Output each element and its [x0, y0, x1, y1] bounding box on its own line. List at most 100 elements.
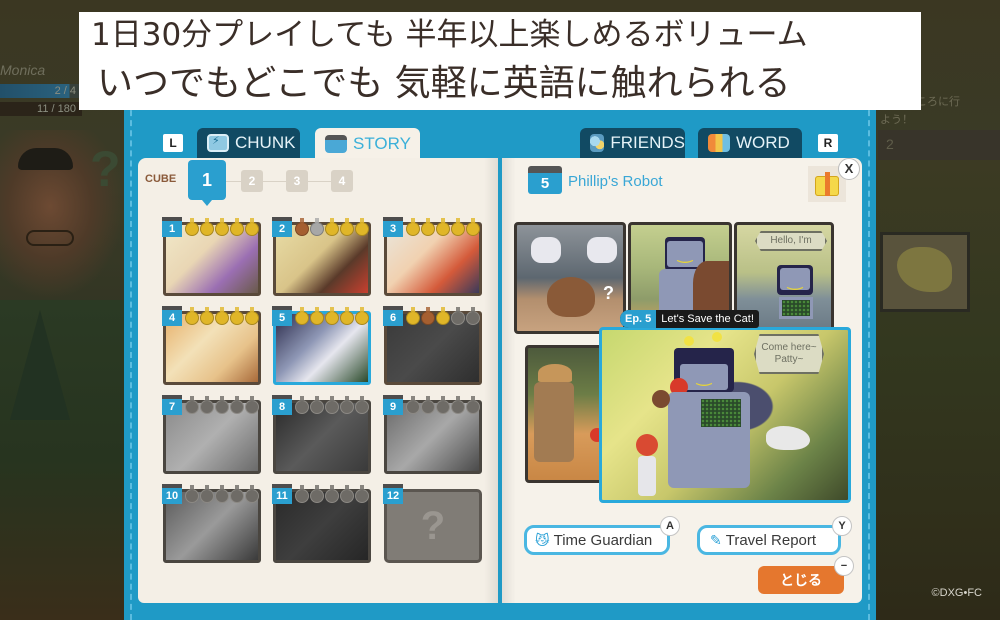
episode-medals [406, 218, 480, 236]
tab-word[interactable]: WORD [698, 128, 802, 158]
episode-number-badge: 7 [162, 395, 182, 415]
empty-medal-icon [355, 485, 369, 503]
empty-medal-icon [325, 396, 339, 414]
glasses-shape [26, 230, 74, 246]
episode-number-badge: 10 [162, 484, 182, 504]
empty-medal-icon [340, 396, 354, 414]
episode-medals [185, 485, 259, 503]
confused-question-marks: ? [603, 283, 614, 303]
cat-shape [766, 426, 810, 450]
cube-step-1[interactable]: 1 [188, 160, 226, 206]
episode-number-badge: 12 [383, 484, 403, 504]
stitch-right [868, 100, 870, 620]
empty-medal-icon [245, 485, 259, 503]
robot-face-shape [780, 268, 810, 291]
clapperboard-icon [325, 135, 347, 153]
empty-medal-icon [185, 396, 199, 414]
promo-caption-line-2: いつでもどこでも 気軽に英語に触れられる [79, 58, 921, 110]
empty-medal-icon [325, 485, 339, 503]
hud-quest-bar: 2 [878, 130, 1000, 160]
robot-keyboard-shape [779, 297, 813, 319]
cube-label: CUBE [145, 173, 177, 185]
episode-number-badge: 9 [383, 395, 403, 415]
tab-word-label: WORD [736, 133, 790, 152]
bronze-medal-icon [295, 218, 309, 236]
gold-medal-icon [230, 307, 244, 325]
empty-medal-icon [200, 485, 214, 503]
time-guardian-button[interactable]: 😼 Time Guardian [524, 525, 670, 555]
tab-friends[interactable]: FRIENDS [580, 128, 685, 158]
hud-progress-bar-1: 2 / 4 [0, 84, 82, 98]
background-signboard [880, 232, 970, 312]
episode-number-badge: 4 [162, 306, 182, 326]
gold-medal-icon [421, 218, 435, 236]
cube-step-4[interactable]: 4 [331, 170, 353, 192]
gold-medal-icon [355, 218, 369, 236]
tab-friends-label: FRIENDS [610, 133, 685, 152]
empty-medal-icon [230, 485, 244, 503]
travel-report-label: Travel Report [725, 531, 817, 549]
gold-medal-icon [185, 307, 199, 325]
tab-chunk[interactable]: CHUNK [197, 128, 300, 158]
robot-antenna-right [712, 332, 722, 342]
robot-keyboard-shape [698, 396, 744, 430]
empty-medal-icon [406, 396, 420, 414]
friends-icon [590, 134, 605, 152]
boy-head-shape [547, 277, 595, 317]
cube-step-2[interactable]: 2 [241, 170, 263, 192]
gold-medal-icon [466, 218, 480, 236]
hud-progress-bar-2: 11 / 180 [0, 102, 82, 116]
silver-medal-icon [310, 218, 324, 236]
background-trees [0, 300, 125, 620]
gold-medal-icon [200, 218, 214, 236]
button-hint-minus: − [834, 556, 854, 576]
tab-chunk-label: CHUNK [235, 133, 296, 152]
hat-shape [18, 148, 73, 170]
pencil-icon: ✎ [710, 531, 722, 548]
button-hint-y: Y [832, 516, 852, 536]
story-panel-5-featured: Come here~ Patty~ [599, 327, 851, 503]
gold-medal-icon [436, 307, 450, 325]
promo-caption-line-1: 1日30分プレイしても 半年以上楽しめるボリューム [79, 12, 921, 58]
gold-medal-icon [245, 218, 259, 236]
episode-title: Phillip's Robot [568, 173, 663, 190]
background-question-mark: ? [90, 141, 121, 197]
tab-story-label: STORY [353, 134, 411, 153]
explorer-body-shape [534, 382, 574, 462]
gold-medal-icon [436, 218, 450, 236]
copyright-notice: ©DXG•FC [931, 587, 982, 599]
travel-report-button[interactable]: ✎ Travel Report [697, 525, 841, 555]
episode-medals [295, 307, 369, 325]
bubble-line-1: Come here~ [761, 342, 817, 353]
episode-medals [295, 218, 369, 236]
empty-medal-icon [436, 396, 450, 414]
episode-number-badge: 5 [272, 306, 292, 326]
right-shoulder-key-hint: R [818, 134, 838, 152]
empty-medal-icon [355, 396, 369, 414]
tab-story[interactable]: STORY [315, 128, 420, 160]
gold-medal-icon [245, 307, 259, 325]
gold-medal-icon [215, 307, 229, 325]
gold-medal-icon [340, 307, 354, 325]
boy-head-shape [652, 390, 670, 408]
episode-medals [185, 307, 259, 325]
episode-medals [295, 485, 369, 503]
gold-medal-icon [230, 218, 244, 236]
empty-medal-icon [295, 396, 309, 414]
episode-number-badge: 3 [383, 217, 403, 237]
thought-robot-shape [531, 237, 561, 263]
girl-body-shape [638, 456, 656, 496]
close-book-button[interactable]: とじる [758, 566, 844, 594]
close-detail-button[interactable]: X [838, 158, 860, 180]
episode-number-badge: 11 [272, 484, 292, 504]
story-panel-1: ? [514, 222, 626, 334]
unknown-episode-question-mark: ? [420, 504, 446, 548]
gold-medal-icon [340, 218, 354, 236]
episode-banner-tag: Ep. 5 [620, 310, 657, 328]
episode-medals [185, 396, 259, 414]
cube-step-3[interactable]: 3 [286, 170, 308, 192]
abc-word-icon [708, 134, 730, 152]
empty-medal-icon [451, 307, 465, 325]
gold-medal-icon [200, 307, 214, 325]
empty-medal-icon [451, 396, 465, 414]
